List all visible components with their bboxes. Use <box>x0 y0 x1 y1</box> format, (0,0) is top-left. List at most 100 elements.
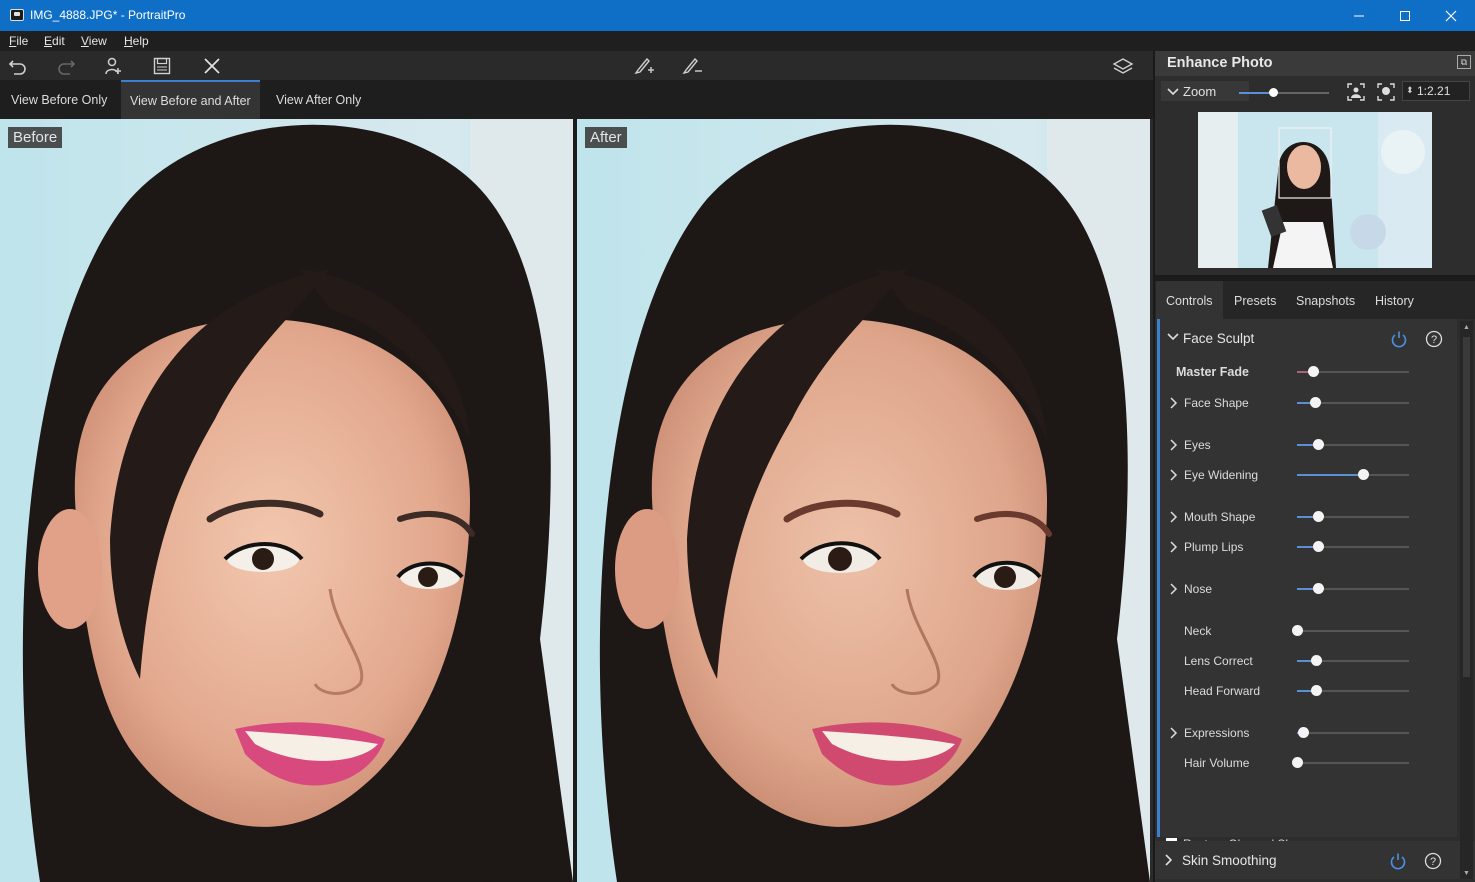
help-icon[interactable]: ? <box>1425 330 1443 348</box>
slider-knob[interactable] <box>1292 625 1303 636</box>
minimize-button[interactable] <box>1336 0 1382 31</box>
menu-view-rest: iew <box>88 34 107 48</box>
slider-track[interactable] <box>1297 685 1409 696</box>
help-icon[interactable]: ? <box>1424 852 1442 870</box>
slider-knob[interactable] <box>1297 727 1309 738</box>
slider-row[interactable]: Eye Widening <box>1160 464 1460 486</box>
add-person-button[interactable] <box>101 54 125 78</box>
layers-button[interactable] <box>1111 54 1135 78</box>
tab-view-before-only[interactable]: View Before Only <box>2 80 116 119</box>
slider-knob[interactable] <box>1309 397 1321 408</box>
chevron-down-icon <box>1167 333 1179 341</box>
slider-knob[interactable] <box>1313 583 1325 594</box>
undo-button[interactable] <box>6 54 30 78</box>
slider-track[interactable] <box>1297 511 1409 522</box>
slider-row[interactable]: Plump Lips <box>1160 536 1460 558</box>
maximize-button[interactable] <box>1382 0 1428 31</box>
zoom-slider-fill <box>1239 92 1274 94</box>
slider-row[interactable]: Expressions <box>1160 722 1460 744</box>
menu-edit[interactable]: Edit <box>44 34 65 48</box>
zoom-readout[interactable]: ⬍ 1:2.21 <box>1402 81 1470 101</box>
menu-view[interactable]: View <box>81 34 107 48</box>
svg-text:?: ? <box>1430 856 1436 868</box>
close-window-button[interactable] <box>1428 0 1474 31</box>
slider-row[interactable]: Hair Volume <box>1160 752 1460 774</box>
navigator-thumbnail[interactable] <box>1198 112 1432 268</box>
slider-fill <box>1297 474 1364 476</box>
menu-file[interactable]: File <box>9 34 28 48</box>
slider-row[interactable]: Nose <box>1160 578 1460 600</box>
slider-knob[interactable] <box>1307 366 1319 377</box>
slider-row[interactable]: Eyes <box>1160 434 1460 456</box>
slider-row[interactable]: Head Forward <box>1160 680 1460 702</box>
slider-knob[interactable] <box>1313 541 1325 552</box>
tab-snapshots[interactable]: Snapshots <box>1286 281 1365 319</box>
tab-presets[interactable]: Presets <box>1224 281 1286 319</box>
brush-subtract-button[interactable] <box>680 54 704 78</box>
chevron-right-icon[interactable] <box>1169 511 1179 523</box>
slider-track[interactable] <box>1297 439 1409 450</box>
brush-add-icon <box>634 57 654 75</box>
chevron-right-icon[interactable] <box>1169 583 1179 595</box>
skin-smoothing-section[interactable]: Skin Smoothing ? <box>1155 841 1475 879</box>
zoom-to-face-icon[interactable] <box>1376 82 1396 102</box>
slider-knob[interactable] <box>1311 655 1323 666</box>
save-button[interactable] <box>150 54 174 78</box>
slider-track[interactable] <box>1297 583 1409 594</box>
slider-knob[interactable] <box>1313 439 1325 450</box>
controls-scrollbar[interactable]: ▲ ▼ <box>1460 321 1473 879</box>
slider-row[interactable]: Lens Correct <box>1160 650 1460 672</box>
chevron-right-icon[interactable] <box>1169 727 1179 739</box>
slider-knob[interactable] <box>1292 757 1303 768</box>
spinner-icon[interactable]: ⬍ <box>1406 81 1414 99</box>
close-image-button[interactable] <box>200 54 224 78</box>
scroll-down-icon[interactable]: ▼ <box>1463 870 1470 877</box>
after-photo-pane[interactable]: After <box>577 119 1150 882</box>
slider-knob[interactable] <box>1358 469 1370 480</box>
slider-track[interactable] <box>1297 469 1409 480</box>
slider-track[interactable] <box>1297 366 1409 377</box>
panel-title: Enhance Photo <box>1167 55 1273 71</box>
close-icon <box>1445 10 1457 21</box>
slider-label: Lens Correct <box>1184 654 1253 668</box>
before-photo-pane[interactable]: Before <box>0 119 573 882</box>
slider-knob[interactable] <box>1313 511 1325 522</box>
scroll-up-icon[interactable]: ▲ <box>1463 324 1470 331</box>
redo-button[interactable] <box>54 54 78 78</box>
slider-row[interactable]: Neck <box>1160 620 1460 642</box>
tab-history[interactable]: History <box>1365 281 1424 319</box>
slider-track[interactable] <box>1297 397 1409 408</box>
tab-controls[interactable]: Controls <box>1156 281 1223 319</box>
brush-add-button[interactable] <box>632 54 656 78</box>
menu-help-hotkey: H <box>124 34 133 48</box>
slider-label: Neck <box>1184 624 1212 638</box>
tab-view-before-and-after[interactable]: View Before and After <box>121 80 260 119</box>
fit-to-window-icon[interactable] <box>1346 82 1366 102</box>
zoom-toggle[interactable]: Zoom <box>1161 81 1249 101</box>
tab-view-after-only[interactable]: View After Only <box>267 80 370 119</box>
slider-track[interactable] <box>1297 541 1409 552</box>
chevron-right-icon[interactable] <box>1169 439 1179 451</box>
scrollbar-thumb[interactable] <box>1463 337 1470 677</box>
slider-track[interactable] <box>1292 625 1409 636</box>
slider-track[interactable] <box>1297 727 1409 738</box>
face-sculpt-header[interactable]: Face Sculpt ? <box>1160 327 1460 351</box>
chevron-right-icon[interactable] <box>1169 397 1179 409</box>
power-icon[interactable] <box>1390 330 1408 348</box>
navigator-image <box>1198 112 1432 268</box>
undock-icon[interactable]: ⧉ <box>1457 55 1471 69</box>
power-icon[interactable] <box>1389 852 1407 870</box>
chevron-right-icon[interactable] <box>1169 541 1179 553</box>
slider-row[interactable]: Mouth Shape <box>1160 506 1460 528</box>
slider-track[interactable] <box>1297 655 1409 666</box>
zoom-slider[interactable] <box>1239 88 1329 97</box>
slider-row[interactable]: Face Shape <box>1160 392 1460 414</box>
save-icon <box>153 57 171 75</box>
slider-row[interactable]: Master Fade <box>1160 361 1460 383</box>
after-label: After <box>585 127 627 148</box>
zoom-slider-knob[interactable] <box>1269 88 1279 97</box>
menu-help[interactable]: Help <box>124 34 149 48</box>
slider-track[interactable] <box>1292 757 1409 768</box>
slider-knob[interactable] <box>1311 685 1323 696</box>
chevron-right-icon[interactable] <box>1169 469 1179 481</box>
